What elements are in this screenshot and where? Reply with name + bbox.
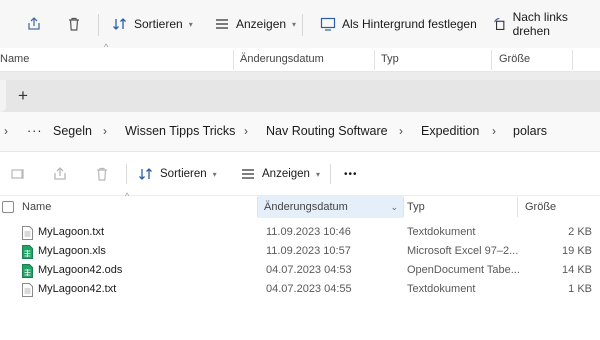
file-name: MyLagoon42.ods bbox=[38, 264, 123, 276]
file-type: Microsoft Excel 97–2... bbox=[407, 245, 519, 257]
sort-label: Sortieren bbox=[160, 168, 207, 180]
file-size: 2 KB bbox=[568, 226, 592, 238]
breadcrumb-item-polars[interactable]: polars bbox=[513, 124, 547, 138]
file-size: 1 KB bbox=[568, 283, 592, 295]
delete-icon[interactable] bbox=[66, 0, 82, 48]
chevron-down-icon[interactable]: ⌄ bbox=[390, 202, 398, 213]
breadcrumb-item-segeln[interactable]: Segeln bbox=[53, 124, 92, 138]
chevron-down-icon: ▾ bbox=[188, 19, 193, 29]
share-icon[interactable] bbox=[52, 162, 68, 186]
chevron-right-icon: › bbox=[492, 124, 496, 138]
sort-button[interactable]: Sortieren ▾ bbox=[138, 162, 217, 186]
file-size: 14 KB bbox=[562, 264, 592, 276]
back-view-label: Anzeigen bbox=[236, 17, 287, 31]
address-bar[interactable]: › ··· › Segeln › Wissen Tipps Tricks › N… bbox=[0, 112, 600, 152]
column-size[interactable]: Größe bbox=[525, 196, 595, 218]
column-separator bbox=[572, 50, 573, 70]
file-row[interactable]: MyLagoon42.txt 04.07.2023 04:55 Textdoku… bbox=[0, 281, 600, 299]
back-col-size[interactable]: Größe bbox=[499, 53, 530, 65]
chevron-right-icon: › bbox=[244, 124, 248, 138]
back-window-command-bar: Sortieren ▾ Anzeigen ▾ Als Hintergrund f… bbox=[0, 0, 600, 48]
toolbar-separator bbox=[302, 14, 303, 36]
back-sort-caret: ^ bbox=[104, 42, 109, 52]
toolbar-separator bbox=[126, 164, 127, 184]
column-type-label: Typ bbox=[407, 201, 425, 213]
file-date: 04.07.2023 04:55 bbox=[266, 283, 352, 295]
back-col-name[interactable]: Name bbox=[0, 53, 29, 65]
breadcrumb-item-expedition[interactable]: Expedition bbox=[421, 124, 479, 138]
chevron-down-icon: ▾ bbox=[292, 19, 297, 29]
back-sort-label: Sortieren bbox=[134, 17, 183, 31]
file-name: MyLagoon.txt bbox=[38, 226, 105, 238]
file-size: 19 KB bbox=[562, 245, 592, 257]
rotate-left-button[interactable]: Nach links drehen bbox=[492, 0, 600, 48]
file-date: 11.09.2023 10:46 bbox=[266, 226, 351, 238]
view-button[interactable]: Anzeigen ▾ bbox=[240, 162, 320, 186]
back-col-date[interactable]: Änderungsdatum bbox=[240, 53, 324, 65]
column-separator bbox=[233, 50, 234, 70]
column-date-sorted[interactable]: Änderungsdatum ⌄ bbox=[258, 196, 403, 218]
delete-icon[interactable] bbox=[94, 162, 110, 186]
column-separator bbox=[517, 197, 518, 217]
chevron-right-icon: › bbox=[103, 124, 107, 138]
chevron-down-icon: ▾ bbox=[212, 169, 217, 179]
column-type[interactable]: Typ bbox=[407, 196, 517, 218]
breadcrumb-overflow-button[interactable]: ··· bbox=[27, 124, 43, 138]
column-separator bbox=[491, 50, 492, 70]
spreadsheet-file-icon bbox=[22, 264, 33, 278]
file-type: Textdokument bbox=[407, 226, 476, 238]
rename-icon[interactable] bbox=[10, 162, 26, 186]
active-tab-edge[interactable] bbox=[0, 80, 6, 112]
file-type: OpenDocument Tabe... bbox=[407, 264, 520, 276]
command-bar: Sortieren ▾ Anzeigen ▾ ••• bbox=[0, 152, 600, 196]
breadcrumb-item-nav-routing[interactable]: Nav Routing Software bbox=[266, 124, 388, 138]
sort-icon bbox=[113, 18, 126, 30]
view-icon bbox=[216, 19, 228, 29]
toolbar-separator bbox=[330, 164, 331, 184]
column-date-label: Änderungsdatum bbox=[264, 201, 348, 213]
file-name: MyLagoon.xls bbox=[38, 245, 106, 257]
rotate-left-label: Nach links drehen bbox=[512, 10, 568, 38]
rotate-left-icon bbox=[494, 17, 505, 31]
back-window-column-header: Name Änderungsdatum Typ Größe bbox=[0, 48, 600, 72]
wallpaper-icon bbox=[320, 17, 336, 31]
tab-bar: + bbox=[0, 80, 600, 112]
back-view-button[interactable]: Anzeigen ▾ bbox=[214, 0, 296, 48]
set-as-wallpaper-button[interactable]: Als Hintergrund festlegen bbox=[320, 0, 477, 48]
back-col-type[interactable]: Typ bbox=[381, 53, 399, 65]
view-icon bbox=[242, 169, 254, 179]
back-window-strip bbox=[0, 72, 600, 80]
file-type: Textdokument bbox=[407, 283, 476, 295]
file-row[interactable]: MyLagoon.xls 11.09.2023 10:57 Microsoft … bbox=[0, 243, 600, 261]
file-name: MyLagoon42.txt bbox=[38, 283, 117, 295]
column-separator bbox=[374, 50, 375, 70]
select-all-checkbox[interactable] bbox=[2, 201, 14, 213]
column-size-label: Größe bbox=[525, 201, 557, 213]
text-file-icon bbox=[22, 283, 33, 297]
back-sort-button[interactable]: Sortieren ▾ bbox=[112, 0, 193, 48]
share-icon[interactable] bbox=[26, 0, 42, 48]
chevron-down-icon: ▾ bbox=[315, 169, 320, 179]
breadcrumb-item-wissen[interactable]: Wissen Tipps Tricks bbox=[125, 124, 235, 138]
file-date: 11.09.2023 10:57 bbox=[266, 245, 351, 257]
chevron-right-icon: › bbox=[399, 124, 403, 138]
text-file-icon bbox=[22, 226, 33, 240]
column-name-label: Name bbox=[22, 201, 52, 213]
toolbar-separator bbox=[98, 14, 99, 36]
column-header: Name Änderungsdatum ⌄ Typ Größe bbox=[0, 196, 600, 218]
file-date: 04.07.2023 04:53 bbox=[266, 264, 352, 276]
more-options-button[interactable]: ••• bbox=[344, 162, 358, 186]
column-separator bbox=[403, 197, 404, 217]
view-label: Anzeigen bbox=[262, 168, 310, 180]
spreadsheet-file-icon bbox=[22, 245, 33, 259]
file-row[interactable]: MyLagoon.txt 11.09.2023 10:46 Textdokume… bbox=[0, 224, 600, 242]
file-row[interactable]: MyLagoon42.ods 04.07.2023 04:53 OpenDocu… bbox=[0, 262, 600, 280]
new-tab-button[interactable]: + bbox=[10, 84, 36, 108]
chevron-right-icon: › bbox=[4, 124, 8, 138]
set-as-wallpaper-label: Als Hintergrund festlegen bbox=[342, 17, 477, 31]
sort-icon bbox=[139, 168, 152, 180]
column-name[interactable]: Name bbox=[22, 196, 252, 218]
